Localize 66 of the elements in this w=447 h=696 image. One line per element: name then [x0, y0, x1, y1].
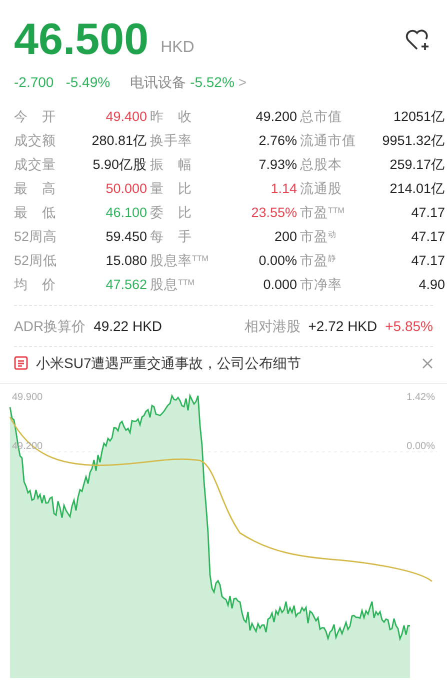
- news-headline[interactable]: 小米SU7遭遇严重交通事故，公司公布细节: [36, 352, 302, 374]
- stat-value: 280.81亿: [90, 132, 147, 150]
- relative-label: 相对港股: [244, 316, 300, 336]
- stat-value: 47.17: [410, 204, 445, 222]
- stat-label: 成交量: [14, 156, 56, 174]
- percent-axis-label: 0.00%: [406, 440, 435, 454]
- stat-label: 流通市值: [300, 132, 356, 150]
- stat-value: 214.01亿: [388, 180, 445, 198]
- price-axis-label: 49.900: [12, 391, 43, 405]
- stat-value: 47.17: [410, 252, 445, 270]
- stat-label: 52周低: [14, 252, 58, 270]
- stat-value: 49.200: [254, 108, 297, 126]
- stat-label: 今 开: [14, 108, 56, 126]
- heart-plus-icon: [405, 28, 431, 52]
- stat-label: 委 比: [150, 204, 192, 222]
- stat-label: 振 幅: [150, 156, 192, 174]
- adr-value: 49.22 HKD: [94, 316, 162, 336]
- stat-value: 50.000: [104, 180, 147, 198]
- stat-value: 46.100: [104, 204, 147, 222]
- stat-label: 总市值: [300, 108, 342, 126]
- stat-value: 4.90: [418, 276, 445, 294]
- news-icon: [14, 356, 28, 370]
- currency-label: HKD: [160, 38, 194, 58]
- add-favorite-button[interactable]: [405, 28, 431, 52]
- stat-label: 股息率$^{TTM}$: [150, 252, 208, 270]
- stat-label: 市盈$^{动}$: [300, 228, 336, 246]
- price-change: -2.700: [14, 73, 54, 92]
- price-change-percent: -5.49%: [66, 73, 110, 92]
- stat-value: 15.080: [104, 252, 147, 270]
- percent-axis-label: 1.42%: [406, 391, 435, 405]
- stock-price: 46.500: [14, 18, 149, 62]
- stat-label: 总股本: [300, 156, 342, 174]
- stat-value: 200: [273, 228, 297, 246]
- stat-value: 7.93%: [258, 156, 297, 174]
- stat-label: 量 比: [150, 180, 192, 198]
- stat-label: 最 高: [14, 180, 56, 198]
- stat-value: 2.76%: [258, 132, 297, 150]
- stat-label: 52周高: [14, 228, 58, 246]
- stat-value: 49.400: [104, 108, 147, 126]
- stat-value: 47.17: [410, 228, 445, 246]
- stat-value: 23.55%: [250, 204, 297, 222]
- stat-value: 1.14: [270, 180, 297, 198]
- relative-value: +2.72 HKD: [308, 316, 378, 336]
- stat-value: 0.00%: [258, 252, 297, 270]
- stat-label: 最 低: [14, 204, 56, 222]
- stat-value: 9951.32亿: [381, 132, 445, 150]
- stat-label: 每 手: [150, 228, 192, 246]
- stat-label: 昨 收: [150, 108, 192, 126]
- stat-label: 成交额: [14, 132, 56, 150]
- close-icon[interactable]: [422, 358, 433, 368]
- stat-label: 市净率: [300, 276, 342, 294]
- stat-value: 12051亿: [392, 108, 445, 126]
- stat-label: 流通股: [300, 180, 342, 198]
- stat-label: 市盈$^{TTM}$: [300, 204, 344, 222]
- sector-link[interactable]: 电讯设备 -5.52% >: [130, 72, 247, 93]
- stat-value: 259.17亿: [388, 156, 445, 174]
- stat-value: 47.562: [104, 276, 147, 294]
- stat-value: 0.000: [262, 276, 297, 294]
- stat-value: 5.90亿股: [92, 156, 147, 174]
- adr-label: ADR换算价: [14, 316, 86, 336]
- stat-label: 换手率: [150, 132, 192, 150]
- stat-value: 59.450: [104, 228, 147, 246]
- stat-label: 股息$^{TTM}$: [150, 276, 194, 294]
- relative-percent: +5.85%: [385, 316, 433, 336]
- stat-label: 均 价: [14, 276, 56, 294]
- stat-label: 市盈$^{静}$: [300, 252, 336, 270]
